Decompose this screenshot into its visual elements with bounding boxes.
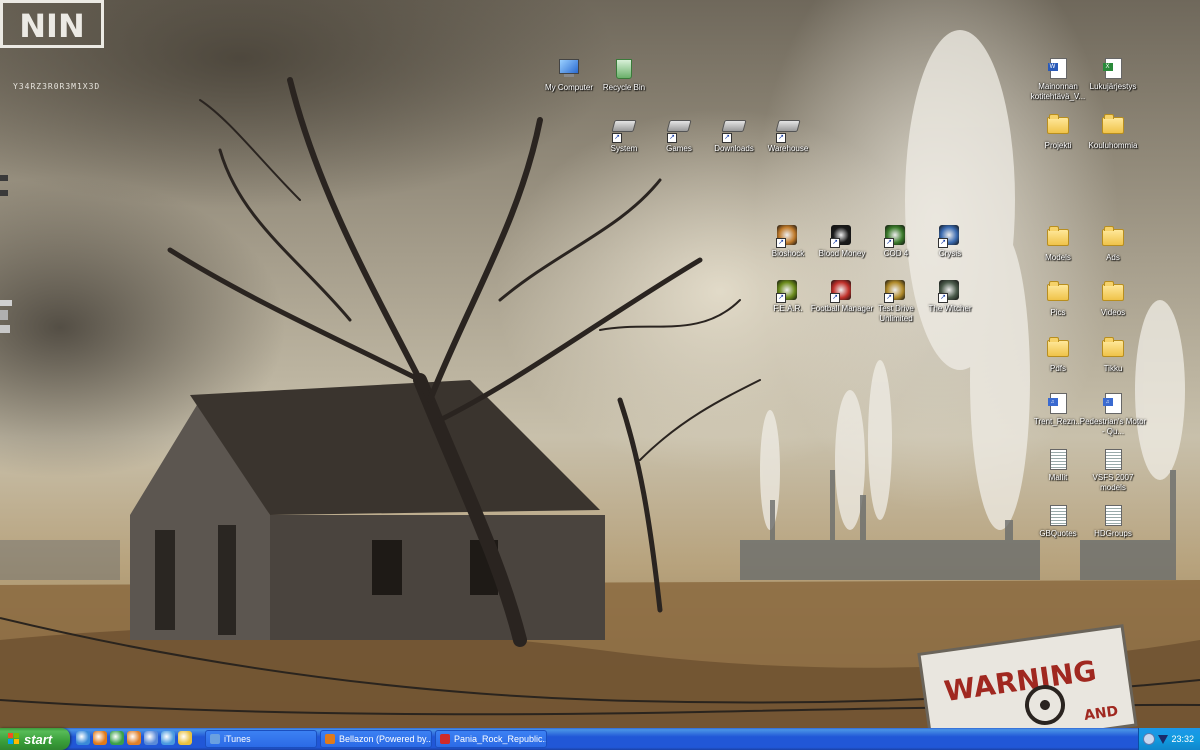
image-viewer-icon bbox=[440, 734, 450, 744]
taskbar-button-label: iTunes bbox=[224, 734, 251, 744]
quicklaunch-itunes-icon[interactable] bbox=[144, 731, 158, 745]
glitch-marks bbox=[0, 175, 12, 333]
desktop-icon-label: HDGroups bbox=[1094, 529, 1132, 538]
abandoned-house bbox=[130, 380, 605, 640]
desktop-icon-the-witcher[interactable]: ↗ The Witcher bbox=[916, 280, 984, 314]
game-shortcut-icon: ↗ bbox=[884, 225, 907, 248]
quicklaunch-network-icon[interactable] bbox=[110, 731, 124, 745]
game-shortcut-icon: ↗ bbox=[776, 280, 799, 303]
folder-icon bbox=[1047, 281, 1069, 306]
taskbar: start iTunes Bellazon (Powered by... Pania… bbox=[0, 728, 1200, 750]
text-file-icon bbox=[1102, 505, 1124, 527]
desktop-icon-label: Lukujärjestys bbox=[1089, 82, 1137, 91]
quicklaunch-firefox-icon[interactable] bbox=[93, 731, 107, 745]
itunes-icon bbox=[210, 734, 220, 744]
mp3-file-icon: ♫ bbox=[1047, 393, 1069, 415]
folder-icon bbox=[1047, 337, 1069, 362]
game-shortcut-icon: ↗ bbox=[776, 225, 799, 248]
text-file-icon bbox=[1047, 505, 1069, 527]
mp3-file-icon: ♫ bbox=[1102, 393, 1124, 415]
desktop-icon-label: Warehouse bbox=[767, 144, 809, 153]
my-computer-icon bbox=[558, 59, 580, 81]
game-shortcut-icon: ↗ bbox=[830, 280, 853, 303]
taskbar-clock[interactable]: 23:32 bbox=[1171, 734, 1194, 744]
game-shortcut-icon: ↗ bbox=[830, 225, 853, 248]
taskbar-button-itunes[interactable]: iTunes bbox=[205, 730, 317, 748]
word-document-icon: W bbox=[1047, 58, 1069, 80]
quicklaunch-show-desktop-icon[interactable] bbox=[76, 731, 90, 745]
desktop-icon-vsfs-2007-models[interactable]: VSFS 2007 models bbox=[1079, 448, 1147, 493]
quicklaunch-media-icon[interactable] bbox=[127, 731, 141, 745]
desktop-icon-pedestrian-s-motor-qu[interactable]: ♫ Pedestrian's Motor - Qu... bbox=[1079, 392, 1147, 437]
desktop-icon-label: Videos bbox=[1100, 308, 1126, 317]
desktop-icon-label: Pedestrian's Motor - Qu... bbox=[1079, 417, 1147, 436]
desktop-icon-lukuj-rjestys[interactable]: X Lukujärjestys bbox=[1079, 57, 1147, 92]
desktop-icon-label: Crysis bbox=[938, 249, 962, 258]
tray-network-icon[interactable] bbox=[1143, 733, 1155, 745]
excel-document-icon: X bbox=[1102, 58, 1124, 80]
drive-shortcut-icon: ↗ bbox=[666, 120, 692, 143]
desktop-wallpaper: WARNING AND NIN Y34RZ3R0R3M1X3D bbox=[0, 0, 1200, 728]
desktop-icon-videos[interactable]: Videos bbox=[1079, 280, 1147, 318]
game-shortcut-icon: ↗ bbox=[938, 225, 961, 248]
folder-icon bbox=[1102, 337, 1124, 362]
desktop-icon-tikku[interactable]: Tikku bbox=[1079, 336, 1147, 374]
windows-logo-icon bbox=[8, 733, 20, 745]
start-label: start bbox=[24, 731, 53, 747]
folder-icon bbox=[1047, 226, 1069, 251]
desktop-icon-label: Ads bbox=[1106, 253, 1120, 262]
taskbar-button-label: Bellazon (Powered by... bbox=[339, 734, 432, 744]
desktop-icon-ads[interactable]: Ads bbox=[1079, 225, 1147, 263]
drive-shortcut-icon: ↗ bbox=[721, 120, 747, 143]
desktop-icon-kouluhommia[interactable]: Kouluhommia bbox=[1079, 113, 1147, 151]
folder-icon bbox=[1047, 114, 1069, 139]
quick-launch-toolbar bbox=[76, 731, 192, 747]
firefox-icon bbox=[325, 734, 335, 744]
desktop-icon-label: VSFS 2007 models bbox=[1092, 473, 1134, 492]
desktop-icon-label: The Witcher bbox=[928, 304, 972, 313]
recycle-bin-icon bbox=[613, 59, 635, 81]
taskbar-button-bellazon-powered-by[interactable]: Bellazon (Powered by... bbox=[320, 730, 432, 748]
desktop-icon-label: Tikku bbox=[1103, 364, 1123, 373]
text-file-icon bbox=[1102, 449, 1124, 471]
desktop-icon-label: Recycle Bin bbox=[602, 83, 646, 92]
game-shortcut-icon: ↗ bbox=[938, 280, 961, 303]
nin-logo-text: NIN bbox=[19, 7, 84, 45]
text-file-icon bbox=[1047, 449, 1069, 471]
desktop-icon-crysis[interactable]: ↗ Crysis bbox=[916, 225, 984, 259]
taskbar-button-label: Pania_Rock_Republic... bbox=[454, 734, 547, 744]
desktop-icon-warehouse[interactable]: ↗ Warehouse bbox=[754, 113, 822, 154]
desktop-icon-hdgroups[interactable]: HDGroups bbox=[1079, 504, 1147, 539]
folder-icon bbox=[1102, 114, 1124, 139]
desktop-icon-label: Kouluhommia bbox=[1088, 141, 1138, 150]
game-shortcut-icon: ↗ bbox=[884, 280, 907, 303]
drive-shortcut-icon: ↗ bbox=[775, 120, 801, 143]
system-tray: 23:32 bbox=[1138, 728, 1200, 750]
quicklaunch-window-icon[interactable] bbox=[161, 731, 175, 745]
folder-icon bbox=[1102, 226, 1124, 251]
tray-shield-icon[interactable] bbox=[1158, 734, 1168, 744]
quicklaunch-explorer-icon[interactable] bbox=[178, 731, 192, 745]
wallpaper-scene: WARNING AND bbox=[0, 30, 1200, 728]
start-button[interactable]: start bbox=[0, 728, 70, 750]
taskbar-button-pania-rock-republic[interactable]: Pania_Rock_Republic... bbox=[435, 730, 547, 748]
nin-logo-subtext: Y34RZ3R0R3M1X3D bbox=[13, 82, 101, 91]
nin-logo: NIN bbox=[0, 0, 104, 48]
drive-shortcut-icon: ↗ bbox=[611, 120, 637, 143]
desktop-icon-recycle-bin[interactable]: Recycle Bin bbox=[590, 57, 658, 93]
folder-icon bbox=[1102, 281, 1124, 306]
